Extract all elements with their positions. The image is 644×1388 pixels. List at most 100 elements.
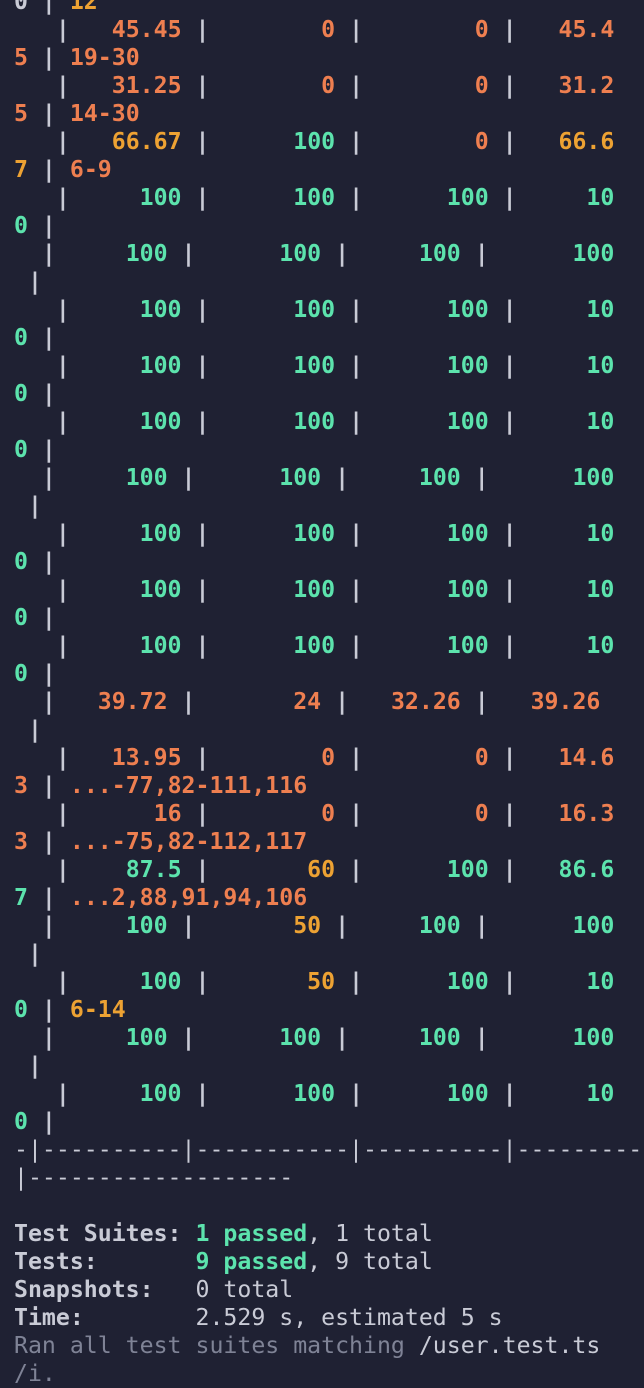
terminal-text-segment: 0 — [14, 324, 28, 351]
terminal-text-segment: ...-77,82-111,116 — [69, 772, 308, 799]
terminal-text-segment: 100 — [418, 240, 461, 267]
terminal-text-segment: | — [181, 800, 322, 827]
terminal-text-segment: , 1 total — [307, 1220, 433, 1247]
terminal-text-segment: | — [335, 352, 447, 379]
terminal-line: 0 | 6-14 — [14, 996, 644, 1024]
terminal-text-segment: 100 — [446, 408, 489, 435]
terminal-text-segment: Time: — [14, 1304, 196, 1331]
terminal-line: Time: 2.529 s, estimated 5 s — [14, 1304, 644, 1332]
terminal-line: | — [14, 940, 644, 968]
terminal-line: 5 | 19-30 — [14, 44, 644, 72]
terminal-line: -|----------|-----------|----------|----… — [14, 1136, 644, 1164]
terminal-text-segment: 31.2 — [558, 72, 615, 99]
terminal-line: /i. — [14, 1360, 644, 1388]
terminal-text-segment: 10 — [586, 352, 615, 379]
terminal-line: 0 | — [14, 380, 644, 408]
terminal-text-segment: 45.45 — [111, 16, 182, 43]
terminal-line: 0 | — [14, 548, 644, 576]
terminal-text-segment: 100 — [293, 128, 336, 155]
terminal-text-segment: 100 — [139, 632, 182, 659]
terminal-text-segment: | — [14, 1052, 42, 1079]
terminal-text-segment: 32.26 — [390, 688, 461, 715]
terminal-text-segment: 100 — [446, 520, 489, 547]
terminal-text-segment: | — [488, 1080, 587, 1107]
terminal-text-segment: 50 — [307, 968, 336, 995]
terminal-text-segment: 0 — [474, 744, 489, 771]
terminal-line: | 100 | 100 | 100 | 10 — [14, 352, 644, 380]
terminal-text-segment: | — [14, 912, 126, 939]
terminal-text-segment: 0 — [14, 380, 28, 407]
terminal-text-segment: 100 — [446, 1080, 489, 1107]
terminal-text-segment: | — [488, 128, 559, 155]
terminal-text-segment: | — [14, 576, 140, 603]
terminal-text-segment: 100 — [572, 912, 615, 939]
terminal-line: | — [14, 1052, 644, 1080]
terminal-text-segment: | — [488, 632, 587, 659]
terminal-text-segment: 10 — [586, 576, 615, 603]
terminal-text-segment: 100 — [446, 968, 489, 995]
terminal-text-segment: | — [27, 772, 70, 799]
terminal-text-segment: | — [167, 912, 294, 939]
terminal-text-segment: 5 — [14, 100, 28, 127]
terminal-text-segment: 100 — [139, 296, 182, 323]
terminal-text-segment: | — [488, 352, 587, 379]
terminal-text-segment: | — [488, 744, 559, 771]
terminal-line: | 100 | 100 | 100 | 100 — [14, 464, 644, 492]
terminal-text-segment: | — [167, 240, 280, 267]
terminal-text-segment: | — [488, 800, 559, 827]
terminal-text-segment: 0 — [321, 800, 336, 827]
terminal-text-segment: | — [335, 16, 475, 43]
terminal-text-segment: | — [14, 268, 42, 295]
terminal-line: | 16 | 0 | 0 | 16.3 — [14, 800, 644, 828]
terminal-text-segment: 10 — [586, 408, 615, 435]
terminal-text-segment: | — [460, 912, 573, 939]
terminal-text-segment: 13.95 — [111, 744, 182, 771]
terminal-line: | 100 | 100 | 100 | 10 — [14, 1080, 644, 1108]
terminal-text-segment: 14.6 — [558, 744, 615, 771]
terminal-text-segment: | — [167, 464, 280, 491]
terminal-text-segment: | — [181, 520, 294, 547]
terminal-text-segment: | — [14, 1024, 126, 1051]
terminal-text-segment: | — [14, 968, 140, 995]
terminal-text-segment: |------------------- — [14, 1164, 294, 1191]
terminal-text-segment: | — [335, 632, 447, 659]
terminal-text-segment: 10 — [586, 296, 615, 323]
terminal-line: | 13.95 | 0 | 0 | 14.6 — [14, 744, 644, 772]
terminal-text-segment: | — [321, 688, 391, 715]
terminal-line: | 100 | 100 | 100 | 10 — [14, 632, 644, 660]
terminal-text-segment: 100 — [139, 968, 182, 995]
terminal-text-segment: | — [335, 800, 475, 827]
terminal-text-segment: | — [14, 240, 126, 267]
terminal-line: | 66.67 | 100 | 0 | 66.6 — [14, 128, 644, 156]
terminal-text-segment: 19-30 — [69, 44, 140, 71]
terminal-text-segment: 39.72 — [97, 688, 168, 715]
terminal-text-segment: | — [181, 576, 294, 603]
terminal-text-segment: 100 — [293, 1080, 336, 1107]
terminal-text-segment: 100 — [139, 184, 182, 211]
terminal-line: 5 | 14-30 — [14, 100, 644, 128]
terminal-text-segment: | — [27, 100, 70, 127]
terminal-text-segment: 86.6 — [558, 856, 615, 883]
terminal-output: 0 | 12 | 45.45 | 0 | 0 | 45.4 5 | 19-30 |… — [14, 0, 644, 1388]
terminal-text-segment: 10 — [586, 632, 615, 659]
terminal-text-segment: 100 — [279, 240, 322, 267]
terminal-text-segment: | — [27, 548, 56, 575]
terminal-text-segment: | — [14, 1080, 140, 1107]
terminal-text-segment: 0 — [474, 72, 489, 99]
terminal-text-segment: Snapshots: — [14, 1276, 196, 1303]
terminal-text-segment: | — [335, 128, 475, 155]
terminal-text-segment: 100 — [446, 632, 489, 659]
terminal-text-segment: 100 — [139, 352, 182, 379]
terminal-text-segment: 100 — [125, 1024, 168, 1051]
terminal-text-segment: | — [335, 408, 447, 435]
terminal-line: 0 | — [14, 212, 644, 240]
terminal-text-segment: 100 — [293, 184, 336, 211]
terminal-text-segment: Test Suites: — [14, 1220, 196, 1247]
terminal-text-segment: 45.4 — [558, 16, 615, 43]
terminal-text-segment: 12 — [69, 0, 98, 15]
terminal-text-segment: | — [321, 240, 419, 267]
terminal-text-segment: ...-75,82-112,117 — [69, 828, 308, 855]
terminal-text-segment: | — [14, 520, 140, 547]
terminal-text-segment: 100 — [139, 408, 182, 435]
terminal-text-segment: 0 total — [195, 1276, 294, 1303]
